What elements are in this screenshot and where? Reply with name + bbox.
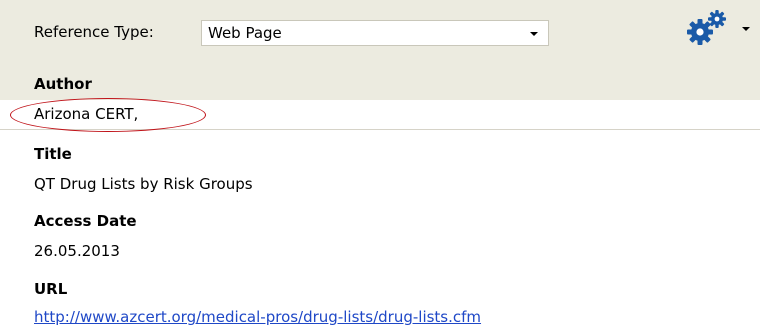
gear-menu-arrow-icon[interactable] <box>742 27 750 31</box>
reference-type-value: Web Page <box>208 24 282 42</box>
title-value[interactable]: QT Drug Lists by Risk Groups <box>34 175 253 193</box>
reference-type-dropdown[interactable]: Web Page <box>201 20 549 46</box>
highlight-ellipse <box>10 98 206 132</box>
author-field-header: Author <box>0 68 760 100</box>
gears-icon[interactable] <box>684 8 730 48</box>
access-date-value[interactable]: 26.05.2013 <box>34 242 120 260</box>
access-date-label: Access Date <box>34 212 137 230</box>
chevron-down-icon[interactable] <box>530 32 538 36</box>
reference-toolbar: Reference Type: Web Page <box>0 0 760 68</box>
url-link[interactable]: http://www.azcert.org/medical-pros/drug-… <box>34 308 481 326</box>
title-label: Title <box>34 145 72 163</box>
author-label: Author <box>34 75 92 93</box>
reference-type-label: Reference Type: <box>34 23 154 41</box>
url-label: URL <box>34 280 68 298</box>
